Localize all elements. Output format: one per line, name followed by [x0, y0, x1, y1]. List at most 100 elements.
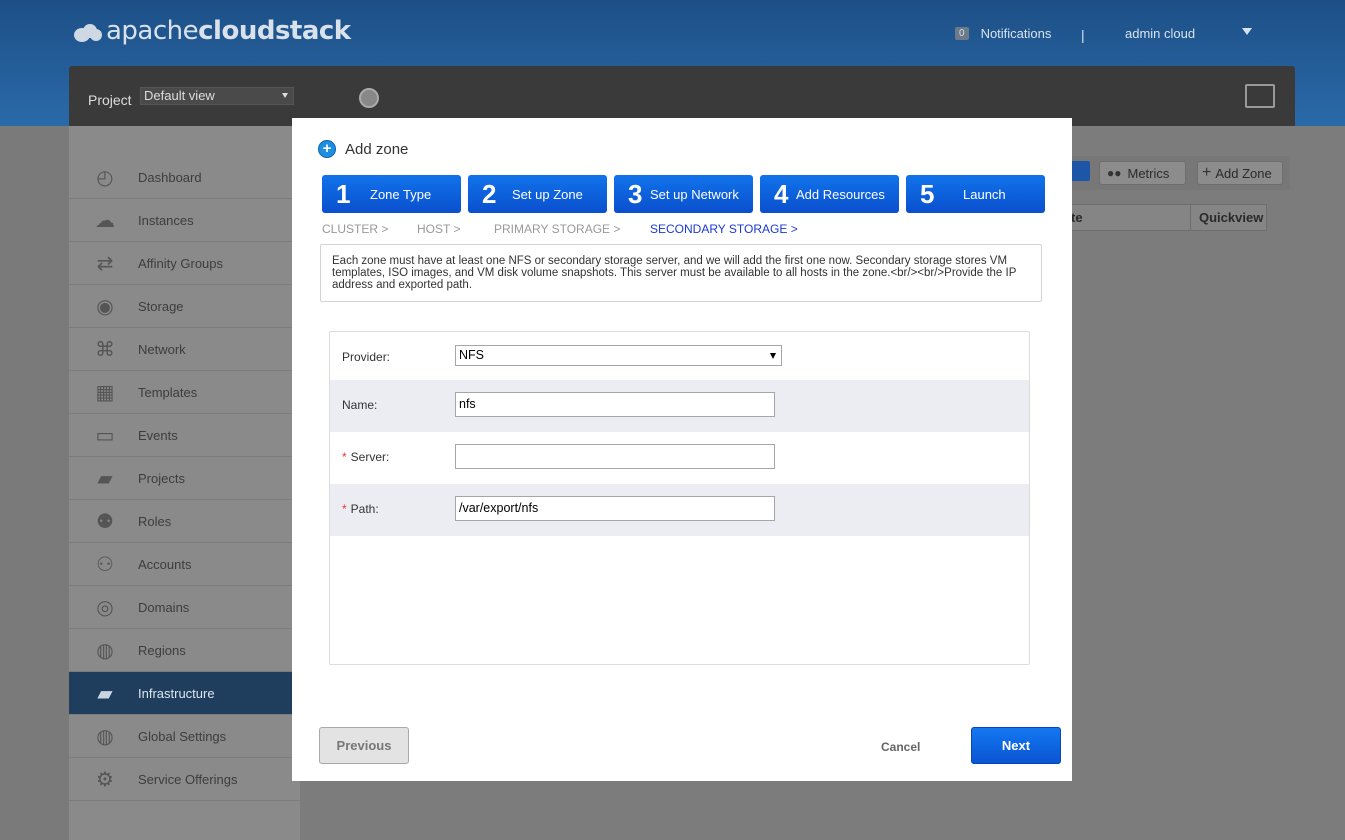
cancel-button[interactable]: Cancel: [881, 740, 920, 754]
notifications-button[interactable]: 0 Notifications: [955, 26, 1051, 41]
dialog-title: + Add zone: [318, 140, 408, 158]
sidebar-item-label: Templates: [138, 384, 198, 400]
sidebar-item-storage[interactable]: ◉ Storage: [69, 285, 300, 328]
network-icon: ⌘: [95, 338, 115, 361]
add-zone-label: Add Zone: [1215, 165, 1272, 181]
step-label: Add Resources: [796, 186, 885, 202]
next-button[interactable]: Next: [971, 727, 1061, 764]
sidebar-item-roles[interactable]: ⚉ Roles: [69, 500, 300, 543]
server-label-text: Server:: [350, 450, 390, 464]
sidebar-item-label: Affinity Groups: [138, 255, 224, 271]
step-number: 2: [482, 178, 497, 209]
sidebar-item-accounts[interactable]: ⚇ Accounts: [69, 543, 300, 586]
form-row-name: Name: nfs: [330, 380, 1029, 432]
step-number: 4: [774, 178, 789, 209]
path-input[interactable]: /var/export/nfs: [455, 496, 775, 521]
step-set-up-zone: 2 Set up Zone: [468, 175, 607, 213]
cloud-icon: ☁: [95, 209, 115, 232]
table-header-quickview: Quickview: [1190, 204, 1267, 231]
sidebar-item-network[interactable]: ⌘ Network: [69, 328, 300, 371]
sidebar-item-global-settings[interactable]: ◍ Global Settings: [69, 715, 300, 758]
affinity-icon: ⇄: [96, 252, 114, 275]
project-bar: Project Default view: [69, 66, 1295, 126]
sidebar-item-infrastructure[interactable]: ▰ Infrastructure: [69, 672, 300, 715]
path-label: * Path:: [342, 502, 379, 516]
sidebar-item-domains[interactable]: ◎ Domains: [69, 586, 300, 629]
step-label: Launch: [963, 186, 1006, 202]
roles-icon: ⚉: [96, 510, 114, 533]
substep-secondary-storage: SECONDARY STORAGE >: [650, 222, 798, 236]
metrics-label: Metrics: [1127, 165, 1170, 181]
sidebar-item-label: Service Offerings: [138, 771, 238, 787]
sidebar-item-label: Accounts: [138, 556, 192, 572]
sidebar: ◴ Dashboard ☁ Instances ⇄ Affinity Groups ◉ Sto…: [69, 126, 300, 840]
name-input[interactable]: nfs: [455, 392, 775, 417]
step-set-up-network: 3 Set up Network: [614, 175, 753, 213]
sidebar-item-instances[interactable]: ☁ Instances: [69, 199, 300, 242]
cloud-logo-icon: [74, 20, 102, 42]
infrastructure-icon: ▰: [97, 682, 113, 705]
project-select-value: Default view: [144, 88, 215, 103]
path-label-text: Path:: [350, 502, 379, 516]
dashboard-icon: ◴: [96, 166, 114, 189]
gear-icon: ⚙: [96, 768, 114, 791]
domains-icon: ◎: [96, 596, 114, 619]
notifications-count: 0: [955, 27, 969, 40]
user-icon: ⚇: [96, 553, 114, 576]
globe-icon: ◍: [96, 639, 114, 662]
table-header-label: Quickview: [1199, 210, 1264, 225]
sidebar-item-label: Global Settings: [138, 728, 227, 744]
disk-icon: ◉: [96, 295, 114, 318]
step-label: Zone Type: [370, 186, 432, 202]
add-zone-dialog: + Add zone 1 Zone Type 2 Set up Zone 3 S…: [292, 118, 1072, 781]
project-select[interactable]: Default view: [140, 87, 294, 105]
sidebar-item-service-offerings[interactable]: ⚙ Service Offerings: [69, 758, 300, 801]
chevron-down-icon: [770, 353, 776, 359]
sidebar-item-dashboard[interactable]: ◴ Dashboard: [69, 156, 300, 199]
form-row-server: * Server:: [330, 432, 1029, 484]
globe-icon[interactable]: [359, 88, 379, 108]
table-header-cell: te: [1062, 204, 1191, 231]
globe-settings-icon: ◍: [96, 725, 114, 748]
metrics-button[interactable]: ●● Metrics: [1099, 161, 1186, 185]
step-label: Set up Zone: [512, 186, 583, 202]
provider-select[interactable]: NFS: [455, 345, 782, 366]
substep-cluster: CLUSTER >: [322, 222, 389, 236]
sidebar-item-regions[interactable]: ◍ Regions: [69, 629, 300, 672]
certificate-icon[interactable]: [1245, 84, 1275, 108]
metrics-icon: ●●: [1107, 166, 1122, 180]
logo-text: apachecloudstack: [106, 16, 351, 46]
cloudstack-logo[interactable]: apachecloudstack: [74, 14, 351, 48]
required-mark: *: [342, 502, 347, 516]
step-number: 3: [628, 178, 643, 209]
sidebar-item-projects[interactable]: ▰ Projects: [69, 457, 300, 500]
sidebar-item-label: Roles: [138, 513, 172, 529]
sidebar-item-label: Regions: [138, 642, 186, 658]
step-add-resources: 4 Add Resources: [760, 175, 899, 213]
server-input[interactable]: [455, 444, 775, 469]
search-icon[interactable]: [1070, 161, 1090, 181]
step-description: Each zone must have at least one NFS or …: [320, 244, 1042, 302]
provider-select-value: NFS: [459, 348, 484, 362]
sidebar-item-label: Storage: [138, 298, 184, 314]
sidebar-item-templates[interactable]: ▦ Templates: [69, 371, 300, 414]
folder-icon: ▰: [97, 467, 113, 490]
add-zone-button[interactable]: + Add Zone: [1197, 161, 1283, 185]
step-zone-type: 1 Zone Type: [322, 175, 461, 213]
user-menu[interactable]: admin cloud: [1125, 26, 1195, 41]
user-caret-icon[interactable]: [1242, 28, 1252, 35]
chevron-down-icon: [282, 93, 288, 98]
sidebar-item-events[interactable]: ▭ Events: [69, 414, 300, 457]
notifications-label: Notifications: [980, 26, 1052, 41]
required-mark: *: [342, 450, 347, 464]
step-number: 5: [920, 178, 935, 209]
dialog-title-text: Add zone: [345, 140, 409, 158]
calendar-icon: ▭: [95, 424, 115, 447]
table-header-label: te: [1071, 210, 1083, 225]
sidebar-item-affinity-groups[interactable]: ⇄ Affinity Groups: [69, 242, 300, 285]
templates-icon: ▦: [95, 381, 115, 404]
substep-host: HOST >: [417, 222, 461, 236]
form-row-provider: Provider: NFS: [330, 332, 1029, 384]
provider-label: Provider:: [342, 350, 391, 364]
previous-button[interactable]: Previous: [319, 727, 409, 764]
